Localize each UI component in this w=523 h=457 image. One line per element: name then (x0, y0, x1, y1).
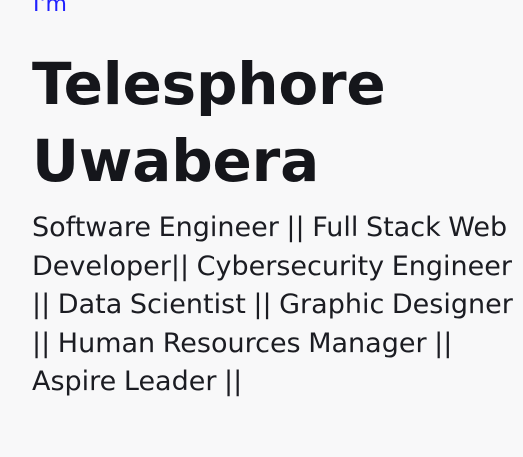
roles-text: Software Engineer || Full Stack Web Deve… (32, 212, 513, 397)
person-name: Telesphore Uwabera (32, 50, 386, 195)
intro-text: I'm (33, 0, 67, 17)
